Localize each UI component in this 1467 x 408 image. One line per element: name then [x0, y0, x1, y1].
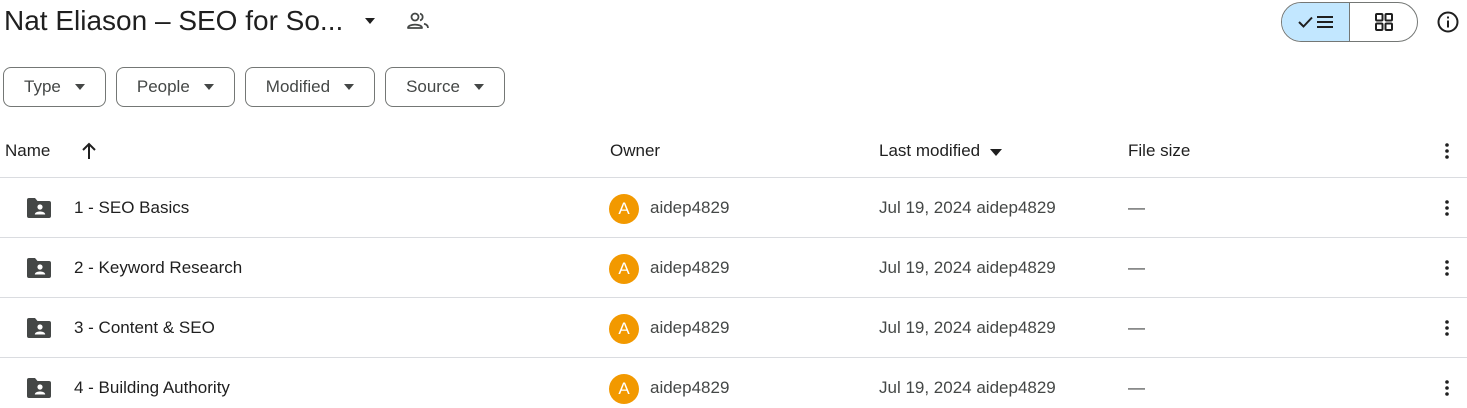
table-row[interactable]: 4 - Building Authority A aidep4829 Jul 1… [0, 358, 1467, 408]
owner-name: aidep4829 [650, 318, 730, 337]
filter-modified-chip[interactable]: Modified [244, 67, 376, 107]
table-row[interactable]: 3 - Content & SEO A aidep4829 Jul 19, 20… [0, 298, 1467, 358]
owner-name: aidep4829 [650, 198, 730, 217]
column-header-file-size[interactable]: File size [1128, 124, 1190, 178]
avatar: A [609, 374, 639, 404]
table-header: Name Owner Last modified File size [0, 124, 1467, 178]
file-size: — [1128, 198, 1145, 217]
more-vert-icon[interactable] [1437, 258, 1457, 278]
info-icon[interactable] [1436, 10, 1460, 34]
view-toggle [1281, 2, 1418, 42]
last-modified: Jul 19, 2024 aidep4829 [879, 378, 1056, 397]
shared-people-icon [407, 12, 429, 29]
filter-type-chip[interactable]: Type [3, 67, 106, 107]
more-vert-icon[interactable] [1437, 141, 1457, 161]
last-modified: Jul 19, 2024 aidep4829 [879, 198, 1056, 217]
shared-folder-icon [27, 198, 51, 218]
folder-title[interactable]: Nat Eliason – SEO for So... [4, 2, 343, 40]
caret-down-icon [473, 84, 484, 90]
file-table: Name Owner Last modified File size 1 - S… [0, 124, 1467, 408]
filter-bar: Type People Modified Source [3, 67, 505, 107]
more-vert-icon[interactable] [1437, 198, 1457, 218]
last-modified: Jul 19, 2024 aidep4829 [879, 318, 1056, 337]
owner-name: aidep4829 [650, 258, 730, 277]
caret-down-icon [74, 84, 85, 90]
grid-view-button[interactable] [1350, 3, 1417, 41]
table-row[interactable]: 2 - Keyword Research A aidep4829 Jul 19,… [0, 238, 1467, 298]
filter-label: Type [24, 77, 61, 96]
file-name[interactable]: 3 - Content & SEO [74, 298, 215, 358]
column-header-label: Last modified [879, 141, 981, 160]
column-header-owner[interactable]: Owner [610, 124, 660, 178]
shared-folder-icon [27, 378, 51, 398]
more-vert-icon[interactable] [1437, 318, 1457, 338]
chevron-down-icon[interactable] [361, 14, 379, 28]
file-name[interactable]: 2 - Keyword Research [74, 238, 242, 298]
filter-label: Source [406, 77, 460, 96]
file-size: — [1128, 378, 1145, 397]
filter-source-chip[interactable]: Source [385, 67, 505, 107]
file-name[interactable]: 4 - Building Authority [74, 358, 230, 408]
caret-down-icon [344, 84, 355, 90]
grid-icon [1374, 13, 1393, 31]
filter-people-chip[interactable]: People [115, 67, 235, 107]
arrow-up-icon[interactable] [80, 141, 98, 161]
check-list-icon [1297, 16, 1333, 28]
owner-name: aidep4829 [650, 378, 730, 397]
last-modified: Jul 19, 2024 aidep4829 [879, 258, 1056, 277]
list-view-button[interactable] [1282, 3, 1350, 41]
avatar: A [609, 254, 639, 284]
avatar: A [609, 194, 639, 224]
caret-down-icon [203, 84, 214, 90]
avatar: A [609, 314, 639, 344]
table-row[interactable]: 1 - SEO Basics A aidep4829 Jul 19, 2024 … [0, 178, 1467, 238]
filter-label: Modified [265, 77, 331, 96]
shared-folder-icon [27, 258, 51, 278]
column-header-name[interactable]: Name [5, 124, 50, 178]
file-size: — [1128, 258, 1145, 277]
more-vert-icon[interactable] [1437, 378, 1457, 398]
filter-label: People [136, 77, 190, 96]
file-name[interactable]: 1 - SEO Basics [74, 178, 189, 238]
column-header-last-modified[interactable]: Last modified [879, 124, 1003, 178]
header: Nat Eliason – SEO for So... [0, 0, 1467, 44]
caret-down-icon [989, 148, 1002, 156]
shared-folder-icon [27, 318, 51, 338]
file-size: — [1128, 318, 1145, 337]
